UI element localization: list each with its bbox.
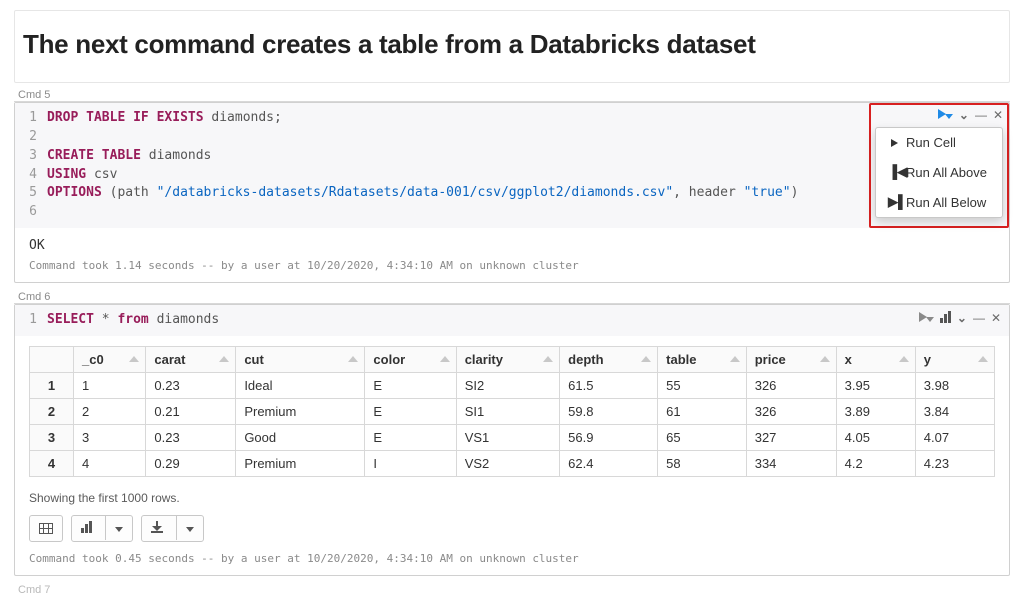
col-depth[interactable]: depth: [560, 346, 658, 372]
result-toolbar: [15, 509, 1009, 548]
code-text: SELECT * from diamonds: [47, 311, 1009, 330]
cmd5-label: Cmd 5: [18, 89, 1010, 101]
sort-icon: [641, 356, 651, 362]
run-menu: Run Cell ▐◀ Run All Above ▶▌ Run All Bel…: [875, 127, 1003, 218]
chevron-down-icon: [115, 527, 123, 532]
run-all-below-label: Run All Below: [906, 195, 986, 210]
col-clarity[interactable]: clarity: [456, 346, 559, 372]
expand-chevron-icon[interactable]: ⌄: [959, 109, 969, 121]
chart-view-button[interactable]: [71, 515, 133, 542]
table-row: 330.23GoodEVS156.9653274.054.07: [30, 424, 995, 450]
minimize-icon[interactable]: —: [975, 109, 987, 121]
col-y[interactable]: y: [915, 346, 994, 372]
cmd5-output: OK: [15, 228, 1009, 255]
skip-back-icon: ▐◀: [888, 164, 900, 180]
col-price[interactable]: price: [746, 346, 836, 372]
title-cell: The next command creates a table from a …: [14, 10, 1010, 83]
col-color[interactable]: color: [365, 346, 456, 372]
table-row: 440.29PremiumIVS262.4583344.24.23: [30, 450, 995, 476]
chevron-down-icon: [186, 527, 194, 532]
skip-forward-icon: ▶▌: [888, 194, 900, 210]
col-table[interactable]: table: [658, 346, 747, 372]
close-icon[interactable]: ✕: [993, 109, 1003, 121]
run-menu-highlight: ⌄ — ✕ Run Cell ▐◀ Run All Above ▶▌ Run A…: [869, 103, 1009, 228]
sort-icon: [440, 356, 450, 362]
table-view-button[interactable]: [29, 515, 63, 542]
grid-icon: [39, 523, 53, 534]
cmd5-editor[interactable]: 123456 DROP TABLE IF EXISTS diamonds; CR…: [15, 103, 1009, 228]
col-cut[interactable]: cut: [236, 346, 365, 372]
cmd6-editor[interactable]: 1 SELECT * from diamonds: [15, 305, 1009, 336]
col-index[interactable]: [30, 346, 74, 372]
sort-icon: [978, 356, 988, 362]
expand-chevron-icon[interactable]: ⌄: [957, 312, 967, 324]
table-row: 110.23IdealESI261.5553263.953.98: [30, 372, 995, 398]
run-cell-item[interactable]: Run Cell: [876, 128, 1002, 157]
sort-icon: [348, 356, 358, 362]
code-text: DROP TABLE IF EXISTS diamonds; CREATE TA…: [47, 109, 1009, 222]
play-icon: [888, 135, 900, 150]
sort-icon: [219, 356, 229, 362]
cmd6-label: Cmd 6: [18, 291, 1010, 303]
run-all-above-label: Run All Above: [906, 165, 987, 180]
sort-icon: [129, 356, 139, 362]
run-dropdown-button[interactable]: [919, 312, 934, 324]
table-row: 220.21PremiumESI159.8613263.893.84: [30, 398, 995, 424]
cmd5-meta: Command took 1.14 seconds -- by a user a…: [15, 255, 1009, 282]
sort-icon: [730, 356, 740, 362]
run-all-below-item[interactable]: ▶▌ Run All Below: [876, 187, 1002, 217]
cmd7-label: Cmd 7: [18, 584, 1010, 596]
run-cell-label: Run Cell: [906, 135, 956, 150]
download-icon: [151, 521, 163, 533]
col-c0[interactable]: _c0: [74, 346, 146, 372]
cmd5-cell: ⌄ — ✕ Run Cell ▐◀ Run All Above ▶▌ Run A…: [14, 102, 1010, 283]
table-header-row: _c0 carat cut color clarity depth table …: [30, 346, 995, 372]
line-gutter: 1: [15, 311, 47, 330]
minimize-icon[interactable]: —: [973, 312, 985, 324]
sort-icon: [543, 356, 553, 362]
result-table: _c0 carat cut color clarity depth table …: [29, 346, 995, 477]
col-x[interactable]: x: [836, 346, 915, 372]
bar-chart-icon: [81, 521, 92, 533]
chart-toggle-icon[interactable]: [940, 311, 951, 325]
page-title: The next command creates a table from a …: [23, 29, 1009, 60]
run-all-above-item[interactable]: ▐◀ Run All Above: [876, 157, 1002, 187]
sort-icon: [820, 356, 830, 362]
download-button[interactable]: [141, 515, 204, 542]
run-dropdown-button[interactable]: [938, 109, 953, 121]
cmd6-cell: ⌄ — ✕ 1 SELECT * from diamonds _c0 carat…: [14, 304, 1010, 576]
rows-shown-note: Showing the first 1000 rows.: [15, 483, 1009, 509]
close-icon[interactable]: ✕: [991, 312, 1001, 324]
cmd6-meta: Command took 0.45 seconds -- by a user a…: [15, 548, 1009, 575]
col-carat[interactable]: carat: [146, 346, 236, 372]
line-gutter: 123456: [15, 109, 47, 222]
sort-icon: [899, 356, 909, 362]
